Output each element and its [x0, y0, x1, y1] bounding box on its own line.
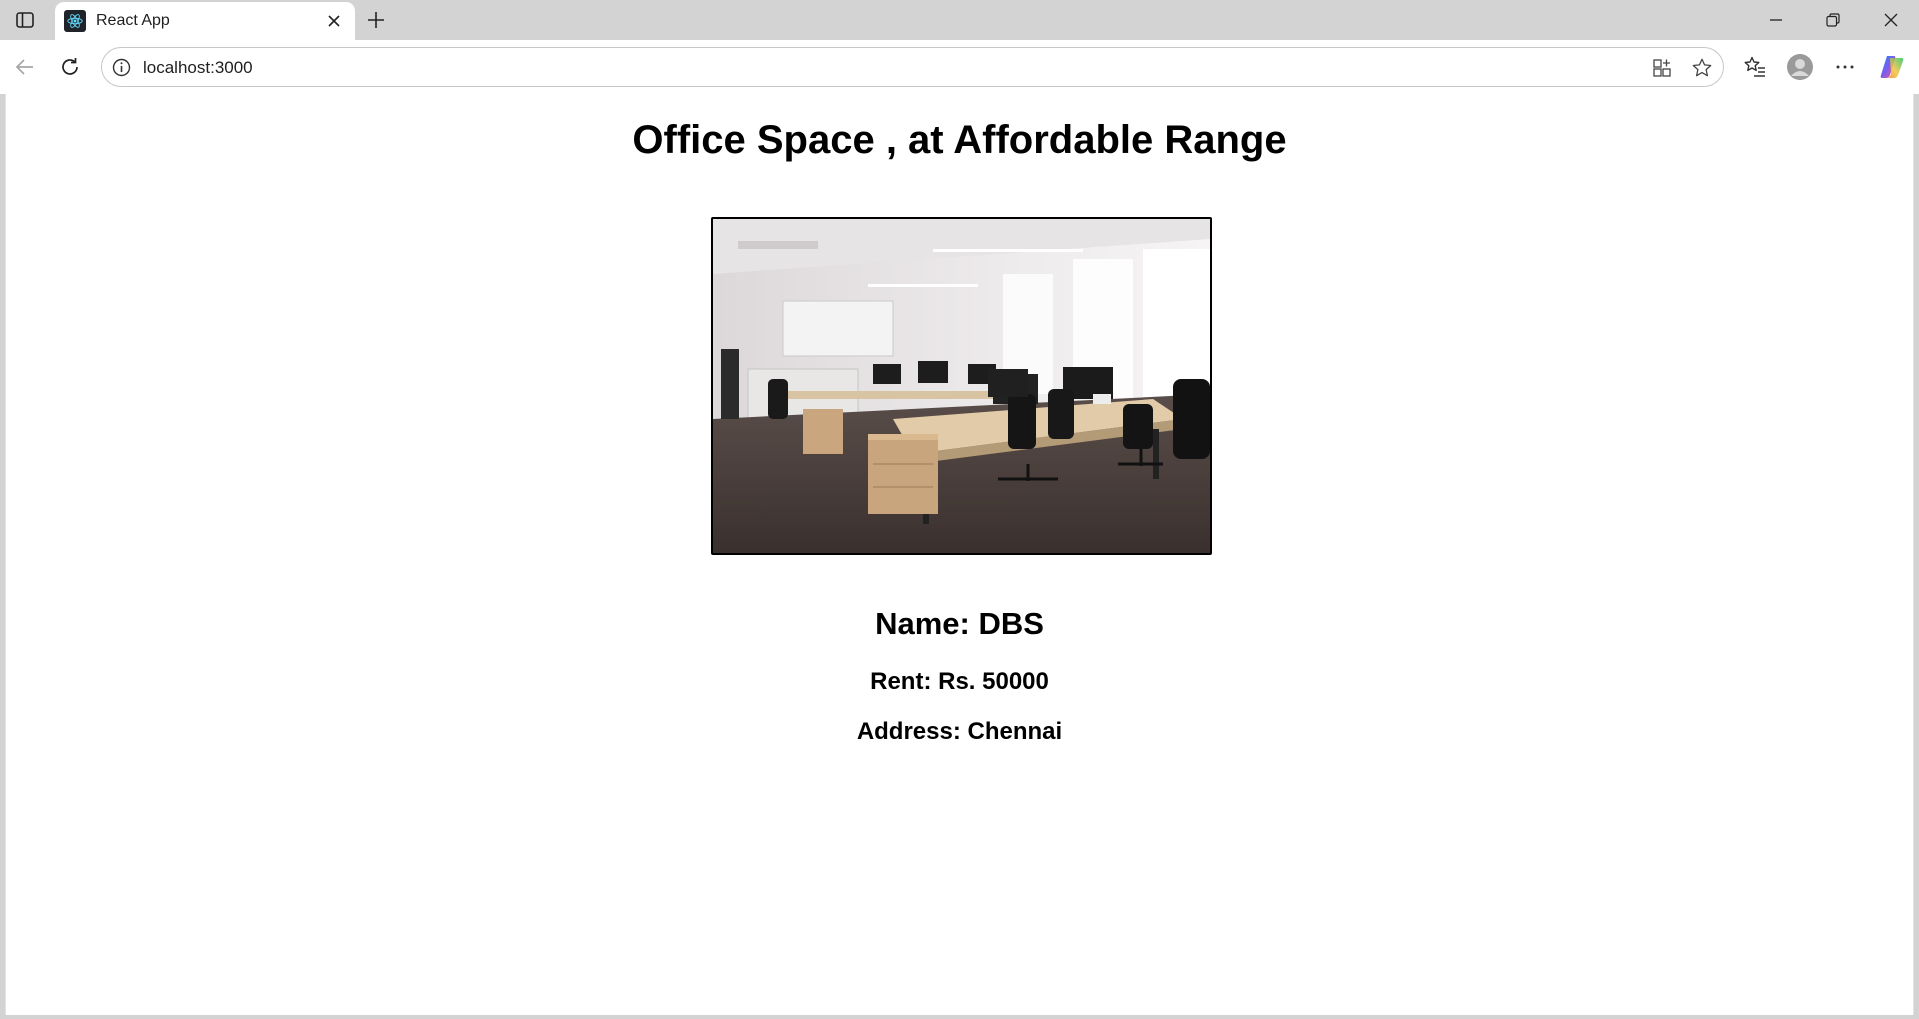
more-icon[interactable]	[1830, 52, 1860, 82]
close-icon[interactable]	[325, 12, 343, 30]
avatar-icon[interactable]	[1785, 52, 1815, 82]
office-rent: Rent: Rs. 50000	[870, 668, 1049, 695]
sidebar-toggle-icon[interactable]	[12, 9, 38, 31]
office-address: Address: Chennai	[856, 718, 1063, 745]
restore-icon[interactable]	[1815, 8, 1851, 32]
office-photo	[711, 217, 1212, 555]
app-grid-icon[interactable]	[1650, 56, 1674, 80]
tab-strip: React App	[0, 0, 1919, 42]
reload-icon[interactable]	[55, 52, 85, 82]
address-bar[interactable]: localhost:3000	[101, 47, 1724, 87]
url-text[interactable]: localhost:3000	[143, 58, 253, 78]
favorites-list-icon[interactable]	[1740, 52, 1770, 82]
tab-react-app[interactable]: React App	[55, 2, 355, 42]
page-viewport: Office Space , at Affordable Range Name:…	[5, 94, 1914, 1017]
info-icon[interactable]	[112, 58, 131, 77]
copilot-icon[interactable]	[1877, 52, 1907, 82]
minimize-icon[interactable]	[1758, 8, 1794, 32]
close-window-icon[interactable]	[1873, 8, 1909, 32]
star-icon[interactable]	[1690, 56, 1714, 80]
browser-toolbar: localhost:3000	[0, 40, 1919, 94]
page-title: Office Space , at Affordable Range	[632, 118, 1287, 162]
window-bottom-border	[0, 1015, 1919, 1019]
back-arrow-icon[interactable]	[10, 52, 40, 82]
tab-title: React App	[96, 12, 170, 29]
react-logo-icon	[64, 10, 86, 32]
plus-icon[interactable]	[364, 8, 388, 32]
office-name: Name: DBS	[875, 606, 1044, 641]
